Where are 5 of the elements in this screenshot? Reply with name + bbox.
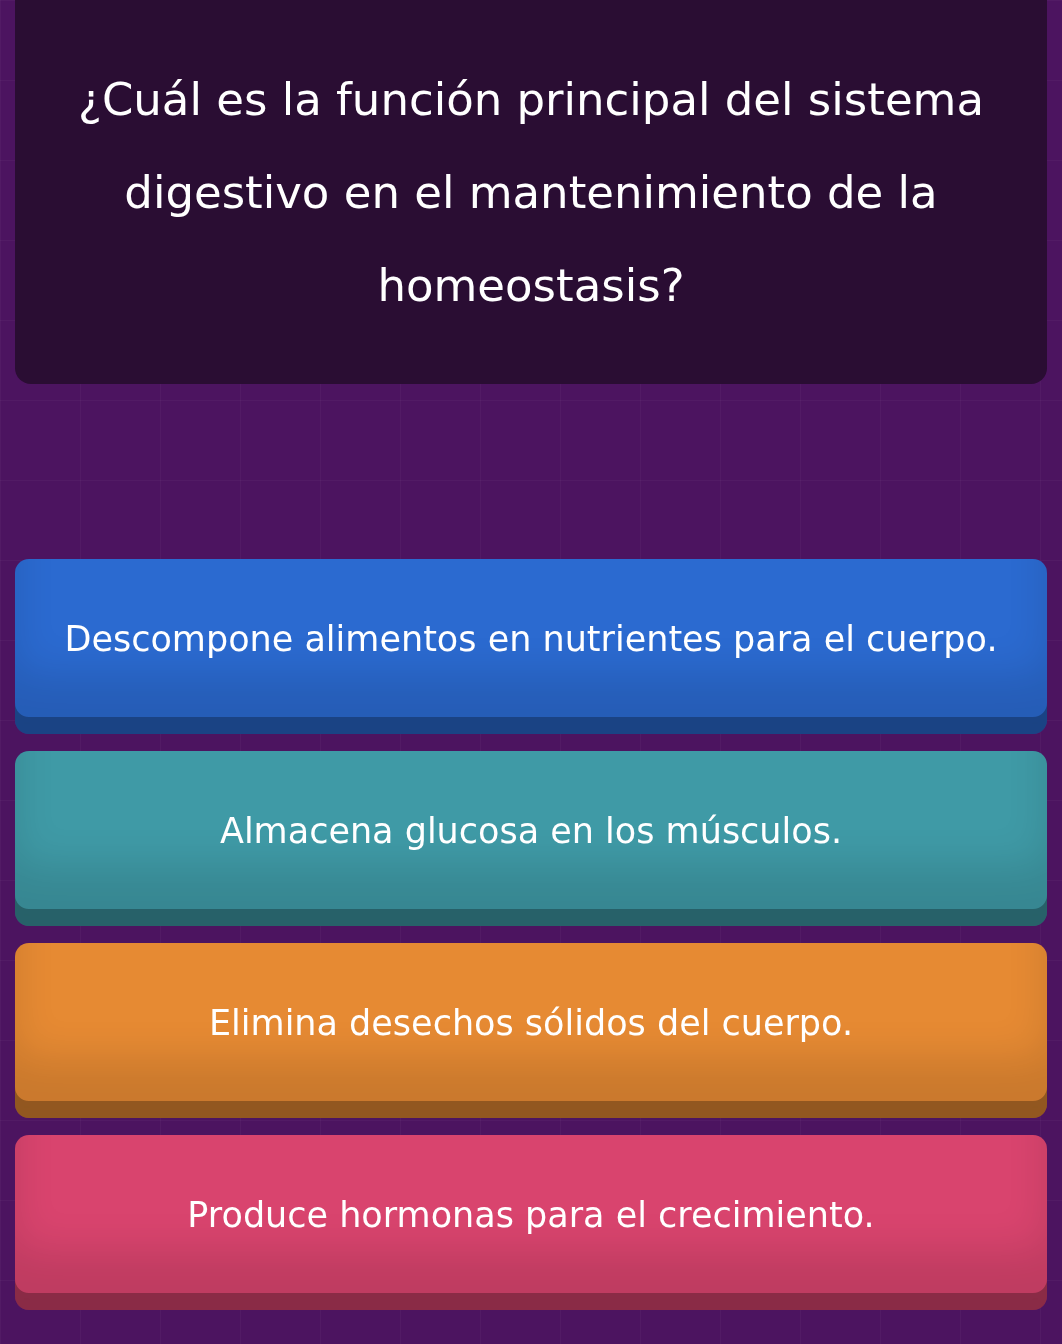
question-text: ¿Cuál es la función principal del sistema digestivo en el mantenimiento de la homeostasis? (77, 71, 985, 314)
answer-option[interactable]: Produce hormonas para el crecimiento. (15, 1135, 1047, 1310)
answer-option[interactable]: Elimina desechos sólidos del cuerpo. (15, 943, 1047, 1118)
answer-option[interactable]: Almacena glucosa en los músculos. (15, 751, 1047, 926)
answer-option[interactable]: Descompone alimentos en nutrientes para el cuerpo. (15, 559, 1047, 734)
